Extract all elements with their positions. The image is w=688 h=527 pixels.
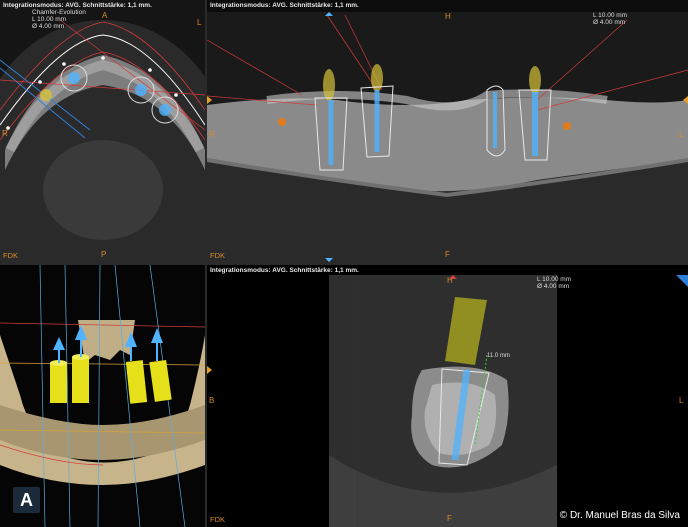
panoramic-label-right: R <box>209 130 215 139</box>
axial-view[interactable]: Integrationsmodus: AVG. Schnittstärke: 1… <box>0 0 205 263</box>
axial-fdk-label: FDK <box>3 251 18 260</box>
panoramic-fdk-label: FDK <box>210 251 225 260</box>
cross-section-implant <box>207 275 688 466</box>
panoramic-view[interactable]: Integrationsmodus: AVG. Schnittstärke: 1… <box>207 0 688 263</box>
panoramic-label-left: L <box>679 130 684 139</box>
implant[interactable] <box>486 85 506 157</box>
abutment-cylinder[interactable] <box>125 332 148 404</box>
copyright-text: © Dr. Manuel Bras da Silva <box>559 510 680 521</box>
abutment-cylinder[interactable] <box>149 328 172 402</box>
implant-marker[interactable] <box>151 96 179 124</box>
axial-header: Integrationsmodus: AVG. Schnittstärke: 1… <box>3 2 152 9</box>
implant[interactable] <box>360 64 394 158</box>
cross-section-label-head: H <box>447 276 453 285</box>
implant-marker[interactable] <box>127 76 155 104</box>
axial-label-left: L <box>197 18 202 27</box>
axial-label-posterior: P <box>101 250 107 259</box>
implant[interactable] <box>438 297 490 466</box>
implant[interactable] <box>314 69 348 171</box>
panoramic-implants <box>207 12 688 262</box>
cross-section-view[interactable]: Integrationsmodus: AVG. Schnittstärke: 1… <box>207 265 688 527</box>
abutment-cylinder[interactable] <box>50 337 67 403</box>
view-label-badge: A <box>13 487 40 513</box>
axial-implant-markers <box>6 56 179 130</box>
panoramic-label-foot: F <box>445 250 450 259</box>
axial-label-anterior: A <box>102 11 108 20</box>
axial-label-right: R <box>2 129 8 138</box>
axial-implant-info: Chamfer-Evolution L 10.00 mm Ø 4.00 mm <box>32 9 86 30</box>
panoramic-label-head: H <box>445 12 451 21</box>
panoramic-implant-info: L 10.00 mm Ø 4.00 mm <box>593 12 628 26</box>
cross-section-header: Integrationsmodus: AVG. Schnittstärke: 1… <box>210 267 359 274</box>
abutment-cylinder[interactable] <box>72 325 89 403</box>
3d-view[interactable]: A <box>0 265 205 527</box>
measurement-label: 11.0 mm <box>487 353 510 359</box>
panoramic-header: Integrationsmodus: AVG. Schnittstärke: 1… <box>210 2 359 9</box>
cross-section-fdk-label: FDK <box>210 515 225 524</box>
cross-section-label-lingual: L <box>679 396 684 405</box>
implant-marker[interactable] <box>60 64 88 92</box>
cross-section-implant-info: L 10.00 mm Ø 4.00 mm <box>537 276 572 290</box>
cross-section-label-buccal: B <box>209 396 215 405</box>
implant-marker[interactable] <box>40 89 52 101</box>
cross-section-label-foot: F <box>447 514 452 523</box>
implant[interactable] <box>518 66 552 161</box>
